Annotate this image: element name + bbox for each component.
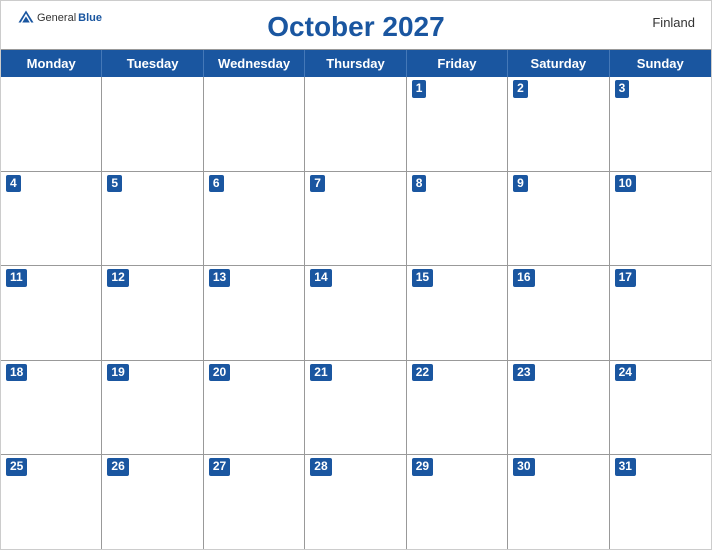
day-number: 15	[412, 269, 433, 287]
day-cell-3-2: 20	[204, 361, 305, 455]
day-number: 22	[412, 364, 433, 382]
day-number: 17	[615, 269, 636, 287]
day-header-monday: Monday	[1, 50, 102, 77]
day-cell-1-5: 9	[508, 172, 609, 266]
week-row-2: 4 5 6 7 8 9 10	[1, 172, 711, 267]
day-cell-3-3: 21	[305, 361, 406, 455]
day-number: 10	[615, 175, 636, 193]
calendar: General Blue October 2027 Finland Monday…	[0, 0, 712, 550]
day-cell-4-5: 30	[508, 455, 609, 549]
day-cell-1-2: 6	[204, 172, 305, 266]
day-number: 25	[6, 458, 27, 476]
day-number: 29	[412, 458, 433, 476]
day-cell-2-0: 11	[1, 266, 102, 360]
day-cell-3-0: 18	[1, 361, 102, 455]
day-cell-0-2	[204, 77, 305, 171]
day-cell-2-3: 14	[305, 266, 406, 360]
day-number: 7	[310, 175, 325, 193]
day-number: 16	[513, 269, 534, 287]
day-cell-2-5: 16	[508, 266, 609, 360]
day-cell-2-4: 15	[407, 266, 508, 360]
day-number: 3	[615, 80, 630, 98]
day-number: 26	[107, 458, 128, 476]
weeks-container: 1234567891011121314151617181920212223242…	[1, 77, 711, 549]
day-number: 9	[513, 175, 528, 193]
day-number: 11	[6, 269, 27, 287]
day-number: 27	[209, 458, 230, 476]
day-number: 21	[310, 364, 331, 382]
day-number: 6	[209, 175, 224, 193]
day-number: 1	[412, 80, 427, 98]
day-number: 12	[107, 269, 128, 287]
day-headers-row: Monday Tuesday Wednesday Thursday Friday…	[1, 50, 711, 77]
day-cell-4-4: 29	[407, 455, 508, 549]
day-number: 4	[6, 175, 21, 193]
day-cell-3-6: 24	[610, 361, 711, 455]
day-number: 5	[107, 175, 122, 193]
day-number: 13	[209, 269, 230, 287]
week-row-5: 25 26 27 28 29 30 31	[1, 455, 711, 549]
day-number: 19	[107, 364, 128, 382]
day-cell-0-1	[102, 77, 203, 171]
day-header-saturday: Saturday	[508, 50, 609, 77]
day-number: 24	[615, 364, 636, 382]
generalblue-logo-icon	[17, 9, 35, 27]
day-header-sunday: Sunday	[610, 50, 711, 77]
day-cell-4-3: 28	[305, 455, 406, 549]
day-cell-4-2: 27	[204, 455, 305, 549]
day-number: 30	[513, 458, 534, 476]
day-number: 23	[513, 364, 534, 382]
day-number: 31	[615, 458, 636, 476]
week-row-4: 18 19 20 21 22 23 24	[1, 361, 711, 456]
day-cell-0-0	[1, 77, 102, 171]
day-number: 28	[310, 458, 331, 476]
calendar-title: October 2027	[267, 11, 444, 43]
calendar-grid: Monday Tuesday Wednesday Thursday Friday…	[1, 49, 711, 549]
day-header-thursday: Thursday	[305, 50, 406, 77]
day-number: 14	[310, 269, 331, 287]
country-label: Finland	[652, 15, 695, 30]
day-cell-1-1: 5	[102, 172, 203, 266]
day-cell-1-0: 4	[1, 172, 102, 266]
day-cell-4-0: 25	[1, 455, 102, 549]
day-cell-4-6: 31	[610, 455, 711, 549]
day-cell-2-6: 17	[610, 266, 711, 360]
calendar-header: General Blue October 2027 Finland	[1, 1, 711, 49]
day-cell-0-3	[305, 77, 406, 171]
day-number: 18	[6, 364, 27, 382]
day-cell-2-1: 12	[102, 266, 203, 360]
day-cell-2-2: 13	[204, 266, 305, 360]
day-cell-0-5: 2	[508, 77, 609, 171]
day-header-wednesday: Wednesday	[204, 50, 305, 77]
day-number: 8	[412, 175, 427, 193]
day-cell-0-6: 3	[610, 77, 711, 171]
day-cell-3-5: 23	[508, 361, 609, 455]
day-cell-0-4: 1	[407, 77, 508, 171]
day-number: 20	[209, 364, 230, 382]
day-header-friday: Friday	[407, 50, 508, 77]
logo-blue-text: Blue	[78, 12, 102, 24]
day-cell-4-1: 26	[102, 455, 203, 549]
day-header-tuesday: Tuesday	[102, 50, 203, 77]
day-cell-3-4: 22	[407, 361, 508, 455]
logo-area: General Blue	[17, 9, 102, 27]
day-cell-1-3: 7	[305, 172, 406, 266]
day-cell-1-6: 10	[610, 172, 711, 266]
week-row-3: 11 12 13 14 15 16 17	[1, 266, 711, 361]
week-row-1: 1 2 3	[1, 77, 711, 172]
logo-general-text: General	[37, 12, 76, 24]
day-cell-1-4: 8	[407, 172, 508, 266]
day-cell-3-1: 19	[102, 361, 203, 455]
day-number: 2	[513, 80, 528, 98]
